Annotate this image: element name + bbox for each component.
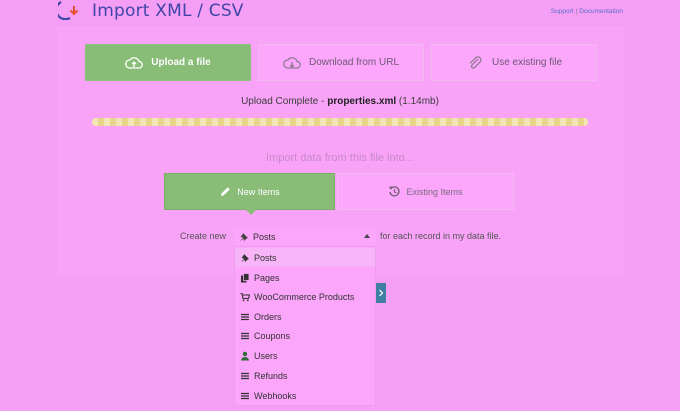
- dropdown-option-label: WooCommerce Products: [254, 291, 355, 302]
- dropdown-option-label: Refunds: [254, 370, 288, 381]
- pin-icon: [240, 232, 248, 241]
- dropdown-option-woocommerce-products[interactable]: WooCommerce Products: [235, 287, 375, 306]
- source-tabs: Upload a file Download from URL Use exis…: [85, 44, 597, 81]
- link-separator: |: [575, 8, 578, 15]
- upload-status-text: Upload Complete -: [241, 96, 328, 107]
- tab-upload-file[interactable]: Upload a file: [85, 44, 251, 81]
- tab-new-items-label: New Items: [237, 186, 280, 197]
- pages-icon: [241, 272, 250, 282]
- dropdown-option-label: Posts: [254, 252, 277, 263]
- user-icon: [241, 351, 249, 360]
- dropdown-option-posts[interactable]: Posts: [235, 248, 375, 267]
- active-tab-pointer: [245, 209, 257, 215]
- target-tabs: New Items Existing Items: [164, 173, 514, 210]
- tab-existing-items[interactable]: Existing Items: [337, 173, 514, 210]
- dropdown-option-label: Pages: [254, 272, 280, 283]
- post-type-select-value: Posts: [253, 231, 276, 242]
- upload-icon: [125, 56, 144, 69]
- post-type-dropdown: Posts Pages WooCommerce Products Orders: [234, 246, 376, 406]
- dropdown-option-refunds[interactable]: Refunds: [235, 366, 375, 385]
- dropdown-option-coupons[interactable]: Coupons: [235, 326, 375, 345]
- uploaded-file-name: properties.xml: [327, 96, 397, 107]
- dropdown-option-pages[interactable]: Pages: [235, 268, 375, 287]
- create-new-suffix: for each record in my data file.: [380, 231, 502, 241]
- top-links: Support | Documentation: [551, 8, 623, 15]
- page-title: Import XML / CSV: [92, 1, 244, 21]
- tab-existing-items-label: Existing Items: [406, 186, 463, 197]
- list-icon: [241, 332, 249, 339]
- upload-progress-bar: [92, 118, 588, 126]
- paperclip-icon: [469, 55, 482, 69]
- tab-existing-file[interactable]: Use existing file: [431, 44, 597, 81]
- dropdown-option-users[interactable]: Users: [235, 346, 375, 365]
- list-icon: [241, 392, 249, 399]
- dropdown-option-orders[interactable]: Orders: [235, 307, 375, 326]
- tab-new-items[interactable]: New Items: [164, 173, 335, 210]
- dropdown-option-label: Users: [254, 350, 278, 361]
- logo-icon: [58, 1, 79, 20]
- upload-progress-fill: [92, 118, 588, 126]
- cloud-download-icon: [283, 56, 301, 69]
- caret-up-icon: [364, 234, 370, 238]
- pencil-icon: [221, 187, 231, 196]
- uploaded-file-size: (1.14mb): [398, 96, 439, 107]
- documentation-link[interactable]: Documentation: [579, 8, 623, 15]
- create-new-label: Create new: [180, 231, 227, 241]
- continue-button[interactable]: [376, 283, 386, 303]
- upload-status: Upload Complete - properties.xml (1.14mb…: [0, 96, 680, 107]
- history-icon: [389, 185, 401, 197]
- tab-existing-file-label: Use existing file: [491, 57, 563, 68]
- tab-download-url-label: Download from URL: [308, 57, 400, 68]
- import-heading: Import data from this file into...: [266, 152, 414, 164]
- list-icon: [241, 313, 249, 320]
- support-link[interactable]: Support: [551, 8, 574, 15]
- tab-download-url[interactable]: Download from URL: [258, 44, 424, 81]
- list-icon: [241, 372, 249, 379]
- importer-screen: Import XML / CSV Support | Documentation U…: [0, 0, 680, 411]
- dropdown-option-label: Webhooks: [254, 390, 297, 401]
- cart-icon: [240, 292, 250, 301]
- dropdown-option-label: Coupons: [254, 330, 291, 341]
- dropdown-option-label: Orders: [254, 311, 282, 322]
- tab-upload-file-label: Upload a file: [151, 57, 211, 68]
- post-type-select[interactable]: Posts: [234, 228, 376, 245]
- pin-icon: [241, 253, 249, 262]
- dropdown-option-webhooks[interactable]: Webhooks: [235, 386, 375, 405]
- chevron-right-icon: [379, 289, 384, 297]
